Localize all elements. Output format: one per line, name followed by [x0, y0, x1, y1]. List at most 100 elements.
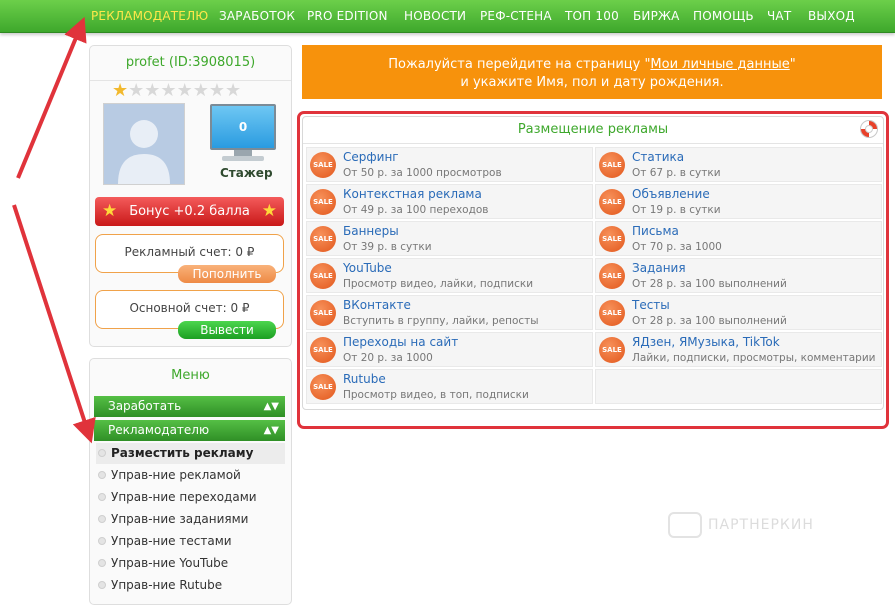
menu-section-earn[interactable]: Заработать ▲▼	[94, 396, 285, 417]
ad-type-title[interactable]: Rutube	[343, 372, 386, 386]
ad-type-title[interactable]: Переходы на сайт	[343, 335, 458, 349]
help-lifebuoy-icon[interactable]	[860, 120, 878, 138]
level-monitor-icon: 0	[210, 104, 276, 166]
ad-type-right-5[interactable]: SALE ЯДзен, ЯМузыка, TikTok Лайки, подписк…	[595, 332, 882, 367]
avatar-placeholder-icon	[118, 120, 170, 184]
withdraw-button[interactable]: Вывести	[178, 321, 276, 339]
arrow-to-nav	[16, 16, 87, 179]
rank-label: Стажер	[220, 166, 273, 180]
personal-data-link[interactable]: Мои личные данные	[650, 57, 789, 72]
ad-type-left-5[interactable]: SALE Переходы на сайт От 20 р. за 1000	[306, 332, 593, 367]
ad-type-right-2[interactable]: SALE Письма От 70 р. за 1000	[595, 221, 882, 256]
chat-logo-icon	[668, 512, 702, 538]
bullet-icon	[98, 515, 106, 523]
main-account-box: Основной счет: 0 ₽ Вывести	[95, 290, 284, 339]
rating-star-icon: ★	[192, 80, 209, 101]
nav-chat[interactable]: ЧАТ	[767, 9, 791, 23]
sale-badge-icon: SALE	[599, 263, 625, 289]
sale-badge-icon: SALE	[599, 189, 625, 215]
ad-type-title[interactable]: Задания	[632, 261, 686, 275]
menu-item-manage-ads[interactable]: Управ-ние рекламой	[96, 465, 285, 486]
ad-type-right-1[interactable]: SALE Объявление От 19 р. в сутки	[595, 184, 882, 219]
watermark-text: ПАРТНЕРКИН	[708, 517, 814, 533]
ad-type-left-2[interactable]: SALE Баннеры От 39 р. в сутки	[306, 221, 593, 256]
nav-ref-wall[interactable]: РЕФ-СТЕНА	[480, 9, 552, 23]
nav-help[interactable]: ПОМОЩЬ	[693, 9, 754, 23]
ad-type-title[interactable]: Письма	[632, 224, 679, 238]
avatar[interactable]	[103, 103, 185, 185]
arrow-to-menu	[12, 204, 96, 444]
nav-advertiser[interactable]: РЕКЛАМОДАТЕЛЮ	[91, 9, 208, 23]
ad-placement-title: Размещение рекламы	[303, 117, 883, 144]
ad-type-left-4[interactable]: SALE ВКонтакте Вступить в группу, лайки, р…	[306, 295, 593, 330]
menu-item-label: Управ-ние переходами	[111, 490, 257, 504]
nav-earnings[interactable]: ЗАРАБОТОК	[219, 9, 295, 23]
username[interactable]: profet	[126, 55, 165, 70]
ad-type-title[interactable]: Серфинг	[343, 150, 399, 164]
ad-type-right-3[interactable]: SALE Задания От 28 р. за 100 выполнений	[595, 258, 882, 293]
top-up-button[interactable]: Пополнить	[178, 265, 276, 283]
menu-item-label: Управ-ние Rutube	[111, 578, 223, 592]
menu-title: Меню	[171, 368, 210, 383]
menu-section-advertiser[interactable]: Рекламодателю ▲▼	[94, 420, 285, 441]
nav-logout[interactable]: ВЫХОД	[808, 9, 855, 23]
menu-item-label: Управ-ние тестами	[111, 534, 232, 548]
sale-badge-icon: SALE	[310, 263, 336, 289]
watermark: ПАРТНЕРКИН	[668, 512, 814, 538]
menu-item-manage-tasks[interactable]: Управ-ние заданиями	[96, 509, 285, 530]
menu-section-label: Рекламодателю	[108, 423, 210, 437]
nav-pro-edition[interactable]: PRO EDITION	[307, 9, 388, 23]
bonus-button[interactable]: ★ Бонус +0.2 балла ★	[95, 197, 284, 226]
menu-item-label: Управ-ние заданиями	[111, 512, 249, 526]
sale-badge-icon: SALE	[310, 152, 336, 178]
ad-type-right-4[interactable]: SALE Тесты От 28 р. за 100 выполнений	[595, 295, 882, 330]
menu-item-manage-tests[interactable]: Управ-ние тестами	[96, 531, 285, 552]
notice-text: Пожалуйста перейдите на страницу "	[388, 57, 651, 72]
ad-type-subtitle: Вступить в группу, лайки, репосты	[343, 315, 539, 327]
ad-placement-panel: Размещение рекламы SALE Серфинг От 50 р. з…	[302, 116, 884, 410]
bullet-icon	[98, 493, 106, 501]
rating-star-icon: ★	[112, 80, 129, 101]
sale-badge-icon: SALE	[310, 337, 336, 363]
ad-type-right-0[interactable]: SALE Статика От 67 р. в сутки	[595, 147, 882, 182]
empty-cell	[595, 369, 882, 404]
nav-exchange[interactable]: БИРЖА	[633, 9, 680, 23]
ad-type-subtitle: От 67 р. в сутки	[632, 167, 721, 179]
bonus-label: Бонус +0.2 балла	[129, 204, 250, 219]
ad-type-subtitle: Просмотр видео, лайки, подписки	[343, 278, 534, 290]
rating-star-icon: ★	[176, 80, 193, 101]
ad-type-subtitle: От 50 р. за 1000 просмотров	[343, 167, 502, 179]
menu-item-manage-rutube[interactable]: Управ-ние Rutube	[96, 575, 285, 596]
nav-news[interactable]: НОВОСТИ	[404, 9, 466, 23]
nav-top-100[interactable]: ТОП 100	[565, 9, 619, 23]
menu-item-label: Разместить рекламу	[111, 446, 254, 460]
ad-type-title[interactable]: Баннеры	[343, 224, 399, 238]
menu-item-manage-clicks[interactable]: Управ-ние переходами	[96, 487, 285, 508]
ad-type-title[interactable]: Статика	[632, 150, 684, 164]
ad-type-left-3[interactable]: SALE YouTube Просмотр видео, лайки, подпис…	[306, 258, 593, 293]
sale-badge-icon: SALE	[310, 226, 336, 252]
ad-type-title[interactable]: ЯДзен, ЯМузыка, TikTok	[632, 335, 780, 349]
star-icon: ★	[261, 201, 277, 221]
ad-type-subtitle: От 19 р. в сутки	[632, 204, 721, 216]
user-id: (ID:3908015)	[168, 55, 256, 70]
ad-type-left-0[interactable]: SALE Серфинг От 50 р. за 1000 просмотров	[306, 147, 593, 182]
rating-star-icon: ★	[128, 80, 145, 101]
ad-type-left-6[interactable]: SALE Rutube Просмотр видео, в топ, подписк…	[306, 369, 593, 404]
menu-item-label: Управ-ние YouTube	[111, 556, 229, 570]
username-line: profet (ID:3908015)	[90, 46, 291, 81]
bullet-icon	[98, 471, 106, 479]
side-menu: Меню Заработать ▲▼ Рекламодателю ▲▼ Разм…	[89, 358, 292, 605]
bullet-icon	[98, 537, 106, 545]
rating-star-icon: ★	[224, 80, 242, 101]
expand-arrows-icon: ▲▼	[263, 425, 279, 436]
ad-type-title[interactable]: ВКонтакте	[343, 298, 411, 312]
ad-type-left-1[interactable]: SALE Контекстная реклама От 49 р. за 100 п…	[306, 184, 593, 219]
ad-account-label: Рекламный счет: 0 ₽	[124, 245, 255, 259]
menu-item-manage-youtube[interactable]: Управ-ние YouTube	[96, 553, 285, 574]
ad-type-title[interactable]: Контекстная реклама	[343, 187, 482, 201]
ad-type-title[interactable]: Тесты	[632, 298, 670, 312]
ad-type-title[interactable]: YouTube	[343, 261, 392, 275]
menu-item-place-ad[interactable]: Разместить рекламу	[96, 443, 285, 464]
ad-type-title[interactable]: Объявление	[632, 187, 710, 201]
